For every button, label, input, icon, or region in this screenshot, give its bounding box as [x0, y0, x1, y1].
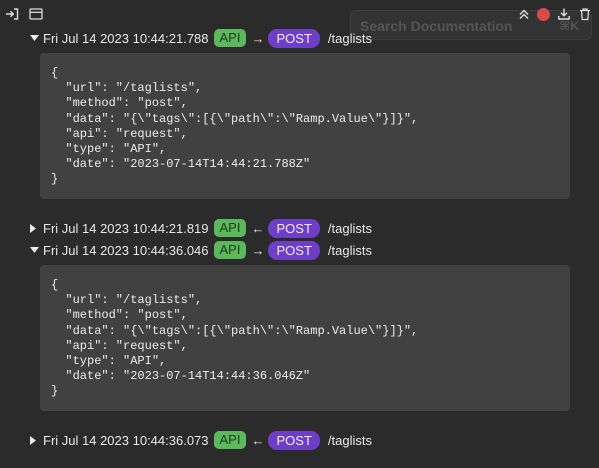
log-entry-header[interactable]: Fri Jul 14 2023 10:44:21.788 API → POST …	[30, 28, 372, 48]
trash-icon[interactable]	[576, 5, 594, 23]
download-icon[interactable]	[555, 5, 573, 23]
payload-json: { "url": "/taglists", "method": "post", …	[51, 66, 419, 187]
method-badge: POST	[268, 28, 320, 48]
direction-arrow: ←	[251, 220, 265, 236]
log-entry-header[interactable]: Fri Jul 14 2023 10:44:36.046 API → POST …	[30, 240, 372, 260]
sign-in-icon[interactable]	[3, 5, 21, 23]
api-badge: API	[213, 431, 247, 449]
method-badge: POST	[268, 218, 320, 238]
search-placeholder: Search Documentation	[360, 18, 513, 34]
payload-panel: { "url": "/taglists", "method": "post", …	[40, 265, 570, 411]
caret-right-icon[interactable]	[30, 223, 40, 233]
collapse-all-icon[interactable]	[515, 5, 533, 23]
request-path: /taglists	[327, 242, 372, 258]
api-badge: API	[213, 241, 247, 259]
log-entry-header[interactable]: Fri Jul 14 2023 10:44:21.819 API ← POST …	[30, 218, 372, 238]
method-badge: POST	[268, 240, 320, 260]
toolbar: Search Documentation ⌘K	[0, 0, 599, 40]
request-path: /taglists	[327, 220, 372, 236]
direction-arrow: →	[251, 30, 265, 46]
request-path: /taglists	[327, 432, 372, 448]
payload-panel: { "url": "/taglists", "method": "post", …	[40, 53, 570, 199]
api-badge: API	[213, 29, 247, 47]
caret-down-icon[interactable]	[30, 247, 40, 253]
timestamp: Fri Jul 14 2023 10:44:21.819	[43, 220, 209, 236]
method-badge: POST	[268, 430, 320, 450]
request-path: /taglists	[327, 30, 372, 46]
payload-json: { "url": "/taglists", "method": "post", …	[51, 278, 419, 399]
timestamp: Fri Jul 14 2023 10:44:36.073	[43, 432, 209, 448]
timestamp: Fri Jul 14 2023 10:44:36.046	[43, 242, 209, 258]
direction-arrow: ←	[251, 432, 265, 448]
record-icon[interactable]	[534, 5, 552, 23]
api-badge: API	[213, 219, 247, 237]
timestamp: Fri Jul 14 2023 10:44:21.788	[43, 30, 209, 46]
log-entry-header[interactable]: Fri Jul 14 2023 10:44:36.073 API ← POST …	[30, 430, 372, 450]
caret-down-icon[interactable]	[30, 35, 40, 41]
direction-arrow: →	[251, 242, 265, 258]
panel-icon[interactable]	[27, 5, 45, 23]
caret-right-icon[interactable]	[30, 435, 40, 445]
